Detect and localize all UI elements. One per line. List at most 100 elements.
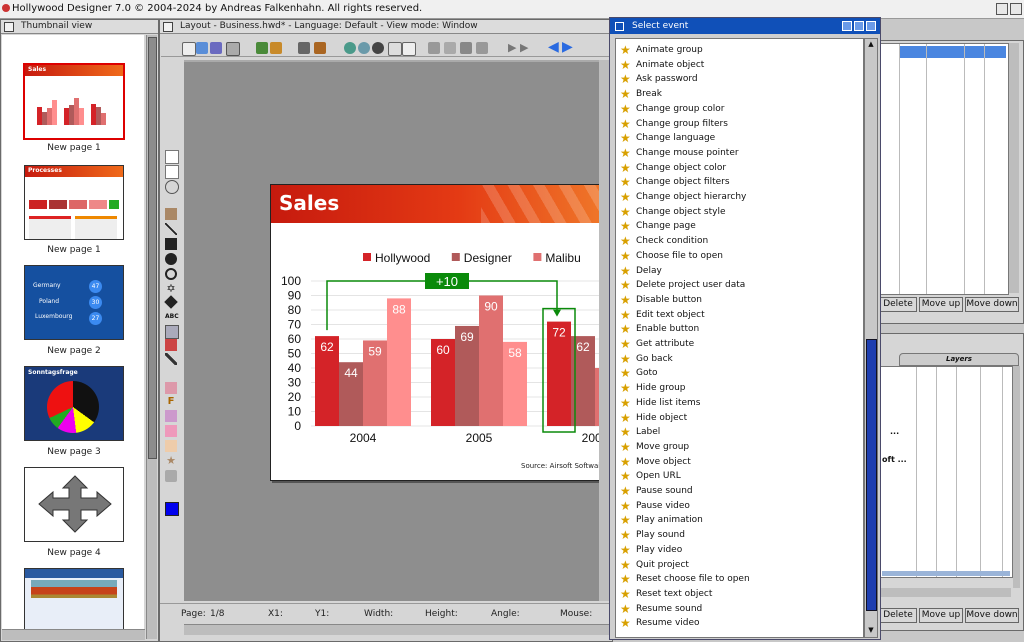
layers-list[interactable]: ... oft ... (879, 366, 1013, 578)
event-scroll-thumb[interactable] (866, 339, 877, 611)
event-item[interactable]: ★ Label (616, 425, 863, 439)
thumbnail-page-2[interactable]: Processes (24, 165, 124, 240)
event-item[interactable]: ★ Change object filters (616, 175, 863, 189)
event-item[interactable]: ★ Reset text object (616, 587, 863, 601)
thumbnail-page-3[interactable]: Germany Poland Luxembourg 47 30 27 (24, 265, 124, 340)
event-item[interactable]: ★ Move object (616, 455, 863, 469)
event-item[interactable]: ★ Animate object (616, 58, 863, 72)
page-tool-icon[interactable] (165, 165, 179, 179)
video-tool-icon[interactable] (165, 440, 177, 452)
brush-image-tool-icon[interactable] (165, 339, 177, 351)
redo-icon[interactable] (358, 42, 370, 54)
image-tool-icon[interactable] (165, 325, 179, 339)
event-list[interactable]: ★ Animate group ★ Animate object ★ Ask passwo… (615, 38, 864, 638)
play-all-icon[interactable]: ▶ (520, 42, 528, 54)
layer-icon[interactable] (476, 42, 488, 54)
copy-icon[interactable] (388, 42, 402, 56)
camera-icon[interactable] (298, 42, 310, 54)
event-item[interactable]: ★ Quit project (616, 558, 863, 572)
event-item[interactable]: ★ Resume video (616, 616, 863, 630)
event-item[interactable]: ★ Change object hierarchy (616, 190, 863, 204)
thumbnail-hscroll[interactable] (2, 629, 145, 640)
event-item[interactable]: ★ Change group color (616, 102, 863, 116)
event-item[interactable]: ★ Change object color (616, 161, 863, 175)
event-item[interactable]: ★ Change group filters (616, 117, 863, 131)
event-item[interactable]: ★ Resume sound (616, 602, 863, 616)
event-item[interactable]: ★ Go back (616, 352, 863, 366)
select-event-titlebar[interactable]: Select event (610, 18, 880, 34)
thumbnail-page-6[interactable] (24, 568, 124, 629)
event-list-scrollbar[interactable]: ▲ ▼ (864, 38, 878, 638)
event-item[interactable]: ★ Goto (616, 366, 863, 380)
close-gadget-icon[interactable] (163, 22, 173, 32)
pen-tool-icon[interactable] (165, 353, 177, 365)
paste-icon[interactable] (402, 42, 416, 56)
paint-tool-icon[interactable] (165, 382, 177, 394)
polygon-tool-icon[interactable]: ✡ (165, 283, 177, 295)
depth-icon[interactable] (996, 3, 1008, 15)
event-item[interactable]: ★ Change object style (616, 205, 863, 219)
arc-tool-icon[interactable] (165, 268, 177, 280)
layers-selected-row[interactable] (882, 571, 1010, 576)
sound-tool-icon[interactable] (165, 425, 177, 437)
depth-gadget-icon[interactable] (866, 21, 876, 31)
previous-page-icon[interactable]: ◀ (548, 40, 559, 54)
font-tool-icon[interactable]: F (165, 396, 177, 408)
event-item[interactable]: ★ Animate group (616, 43, 863, 57)
layers-move-up-button[interactable]: Move up (919, 608, 963, 623)
event-item[interactable]: ★ Hide group (616, 381, 863, 395)
event-item[interactable]: ★ Pause sound (616, 484, 863, 498)
brush-tool-icon[interactable] (165, 208, 177, 220)
new-icon[interactable] (182, 42, 196, 56)
zoom-tool-icon[interactable] (165, 180, 179, 194)
next-page-icon[interactable]: ▶ (562, 40, 573, 54)
undo-icon[interactable] (344, 42, 356, 54)
iconify-gadget-icon[interactable] (854, 21, 864, 31)
event-item[interactable]: ★ Change language (616, 131, 863, 145)
ellipse-tool-icon[interactable] (165, 253, 177, 265)
rectangle-tool-icon[interactable] (165, 238, 177, 250)
delete-button[interactable]: Delete (879, 297, 917, 312)
event-item[interactable]: ★ Move group (616, 440, 863, 454)
grid-icon[interactable] (428, 42, 440, 54)
select-tool-icon[interactable] (165, 150, 179, 164)
thumbnail-page-4[interactable]: Sonntagsfrage (24, 366, 124, 441)
object-list-selected-row[interactable] (900, 46, 1006, 58)
list-tool-icon[interactable] (165, 410, 177, 422)
close-gadget-icon[interactable] (4, 22, 14, 32)
event-item[interactable]: ★ Check condition (616, 234, 863, 248)
event-scroll-up-icon[interactable]: ▲ (865, 39, 877, 49)
event-item[interactable]: ★ Delay (616, 264, 863, 278)
layout-vscroll[interactable] (599, 60, 609, 601)
event-item[interactable]: ★ Reset choose file to open (616, 572, 863, 586)
event-item[interactable]: ★ Change mouse pointer (616, 146, 863, 160)
move-down-button[interactable]: Move down (965, 297, 1019, 312)
event-item[interactable]: ★ Edit text object (616, 308, 863, 322)
slide-canvas[interactable]: Sales 100 90 80 70 60 50 40 30 20 10 0 Hollywood Des… (270, 184, 612, 481)
film-icon[interactable] (314, 42, 326, 54)
object-list-scrollbar[interactable] (1009, 43, 1019, 293)
zoom-gadget-icon[interactable] (842, 21, 852, 31)
event-item[interactable]: ★ Hide list items (616, 396, 863, 410)
event-item[interactable]: ★ Change page (616, 219, 863, 233)
line-tool-icon[interactable] (165, 223, 177, 235)
text-tool-icon[interactable]: ABC (165, 311, 179, 323)
event-item[interactable]: ★ Pause video (616, 499, 863, 513)
open-icon[interactable] (196, 42, 208, 54)
layers-tab[interactable]: Layers (899, 353, 1019, 366)
publish-icon[interactable] (270, 42, 282, 54)
layers-hscroll[interactable] (879, 588, 1011, 597)
thumbnail-page-1[interactable]: Sales (23, 63, 125, 140)
layers-delete-button[interactable]: Delete (879, 608, 917, 623)
object-list[interactable] (879, 43, 1009, 295)
event-item[interactable]: ★ Play animation (616, 513, 863, 527)
event-scroll-down-icon[interactable]: ▼ (865, 625, 877, 635)
event-item[interactable]: ★ Ask password (616, 72, 863, 86)
color-swatch[interactable] (165, 502, 179, 516)
play-icon[interactable]: ▶ (508, 42, 516, 54)
grid-snap-icon[interactable] (444, 42, 456, 54)
align-icon[interactable] (460, 42, 472, 54)
event-item[interactable]: ★ Play sound (616, 528, 863, 542)
event-item[interactable]: ★ Disable button (616, 293, 863, 307)
thumbnail-page-5[interactable] (24, 467, 124, 542)
